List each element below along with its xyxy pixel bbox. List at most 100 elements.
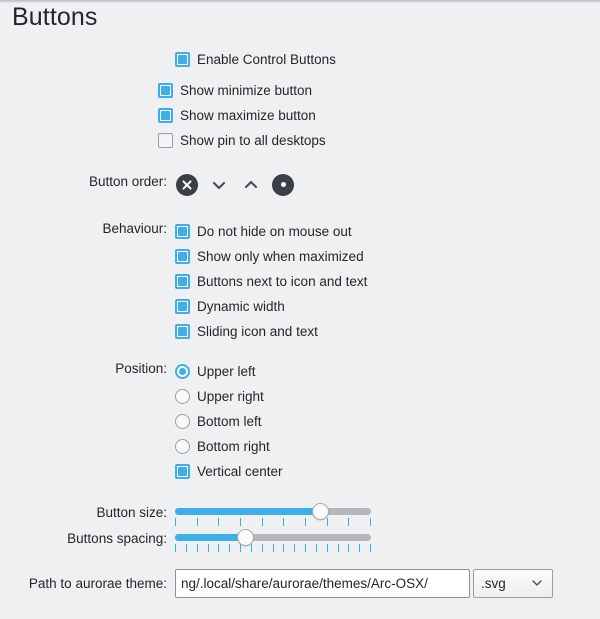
radio-upper-left[interactable]: Upper left — [175, 359, 283, 384]
maximize-icon[interactable] — [239, 173, 263, 197]
button-order-row: Button order: — [0, 172, 295, 197]
slider-tick — [326, 544, 328, 552]
checkbox-enable-control-buttons[interactable]: Enable Control Buttons — [175, 47, 336, 72]
close-icon[interactable] — [175, 173, 199, 197]
slider-tick — [196, 518, 198, 526]
slider-tick — [359, 544, 361, 552]
slider-tick — [250, 544, 252, 552]
slider-tick — [185, 544, 187, 552]
position-row: Position: Upper left Upper right Bottom … — [0, 359, 283, 484]
visibility-field: Show minimize button Show maximize butto… — [158, 78, 326, 153]
behaviour-field: Do not hide on mouse out Show only when … — [175, 219, 367, 344]
slider-tick — [218, 518, 220, 526]
slider-tick — [370, 544, 371, 552]
all-desktops-icon[interactable] — [271, 173, 295, 197]
slider-tick — [229, 544, 231, 552]
checkbox-dynamic-width[interactable]: Dynamic width — [175, 294, 367, 319]
position-label: Position: — [115, 361, 167, 376]
button-visibility-group: Show minimize button Show maximize butto… — [0, 78, 326, 153]
slider-tick — [175, 518, 176, 526]
checkbox-label: Show maximize button — [180, 108, 316, 123]
buttons-spacing-label: Buttons spacing: — [67, 531, 167, 546]
slider-tick — [348, 544, 350, 552]
slider-fill — [175, 534, 246, 541]
checkbox-icon[interactable] — [175, 249, 190, 264]
enable-control-buttons-row: Enable Control Buttons — [0, 47, 336, 72]
checkbox-icon[interactable] — [158, 83, 173, 98]
checkbox-icon[interactable] — [175, 224, 190, 239]
checkbox-icon[interactable] — [158, 108, 173, 123]
slider-ticks — [175, 544, 371, 553]
radio-icon[interactable] — [175, 439, 190, 454]
checkbox-sliding-icon-and-text[interactable]: Sliding icon and text — [175, 319, 367, 344]
checkbox-label: Show minimize button — [180, 83, 313, 98]
checkbox-label: Show pin to all desktops — [180, 133, 326, 148]
slider-tick — [294, 544, 296, 552]
radio-upper-right[interactable]: Upper right — [175, 384, 283, 409]
slider-buttons-spacing[interactable] — [175, 529, 371, 555]
slider-tick — [261, 544, 263, 552]
slider-tick — [283, 544, 285, 552]
slider-tick — [305, 544, 306, 552]
button-order-label: Button order: — [88, 174, 167, 189]
button-size-label: Button size: — [96, 505, 167, 520]
button-size-row: Button size: — [0, 503, 371, 529]
slider-tick — [326, 518, 328, 526]
radio-label: Bottom right — [197, 439, 270, 454]
checkbox-label: Do not hide on mouse out — [197, 224, 352, 239]
slider-tick — [207, 544, 209, 552]
checkbox-show-pin-to-all-desktops[interactable]: Show pin to all desktops — [158, 128, 326, 153]
radio-label: Bottom left — [197, 414, 262, 429]
slider-tick — [218, 544, 220, 552]
behaviour-row: Behaviour: Do not hide on mouse out Show… — [0, 219, 367, 344]
checkbox-label: Sliding icon and text — [197, 324, 318, 339]
behaviour-label: Behaviour: — [102, 221, 167, 236]
checkbox-label: Buttons next to icon and text — [197, 274, 368, 289]
checkbox-icon[interactable] — [175, 324, 190, 339]
checkbox-icon[interactable] — [175, 274, 190, 289]
radio-bottom-right[interactable]: Bottom right — [175, 434, 283, 459]
checkbox-label: Vertical center — [197, 464, 283, 479]
radio-bottom-left[interactable]: Bottom left — [175, 409, 283, 434]
radio-icon[interactable] — [175, 414, 190, 429]
slider-tick — [272, 544, 274, 552]
checkbox-show-minimize-button[interactable]: Show minimize button — [158, 78, 326, 103]
checkbox-label: Dynamic width — [197, 299, 285, 314]
checkbox-show-maximize-button[interactable]: Show maximize button — [158, 103, 326, 128]
slider-tick — [283, 518, 285, 526]
chevron-down-icon — [530, 575, 544, 592]
checkbox-do-not-hide-on-mouse-out[interactable]: Do not hide on mouse out — [175, 219, 367, 244]
radio-icon[interactable] — [175, 389, 190, 404]
slider-tick — [305, 518, 306, 526]
slider-fill — [175, 508, 321, 515]
buttons-spacing-field — [175, 529, 371, 555]
enable-field: Enable Control Buttons — [175, 47, 336, 72]
page-title: Buttons — [12, 3, 98, 31]
buttons-spacing-row: Buttons spacing: — [0, 529, 371, 555]
slider-tick — [348, 518, 350, 526]
checkbox-label: Show only when maximized — [197, 249, 364, 264]
checkbox-show-only-when-maximized[interactable]: Show only when maximized — [175, 244, 367, 269]
slider-tick — [337, 544, 339, 552]
path-to-aurorae-theme-row: Path to aurorae theme: .svg — [0, 569, 553, 598]
extension-select[interactable]: .svg — [473, 569, 553, 598]
checkbox-label: Enable Control Buttons — [197, 52, 336, 67]
path-label: Path to aurorae theme: — [28, 576, 167, 591]
button-size-field — [175, 503, 371, 529]
radio-icon[interactable] — [175, 364, 190, 379]
minimize-icon[interactable] — [207, 173, 231, 197]
path-input[interactable] — [175, 569, 470, 598]
checkbox-icon[interactable] — [175, 464, 190, 479]
checkbox-icon[interactable] — [158, 133, 173, 148]
checkbox-icon[interactable] — [175, 52, 190, 67]
slider-button-size[interactable] — [175, 503, 371, 529]
checkbox-buttons-next-to-icon-and-text[interactable]: Buttons next to icon and text — [175, 269, 367, 294]
position-field: Upper left Upper right Bottom left Botto… — [175, 359, 283, 484]
slider-tick — [370, 518, 371, 526]
slider-tick — [261, 518, 263, 526]
slider-ticks — [175, 518, 371, 527]
checkbox-vertical-center[interactable]: Vertical center — [175, 459, 283, 484]
button-order-icon-list[interactable] — [175, 172, 295, 197]
slider-tick — [175, 544, 176, 552]
checkbox-icon[interactable] — [175, 299, 190, 314]
